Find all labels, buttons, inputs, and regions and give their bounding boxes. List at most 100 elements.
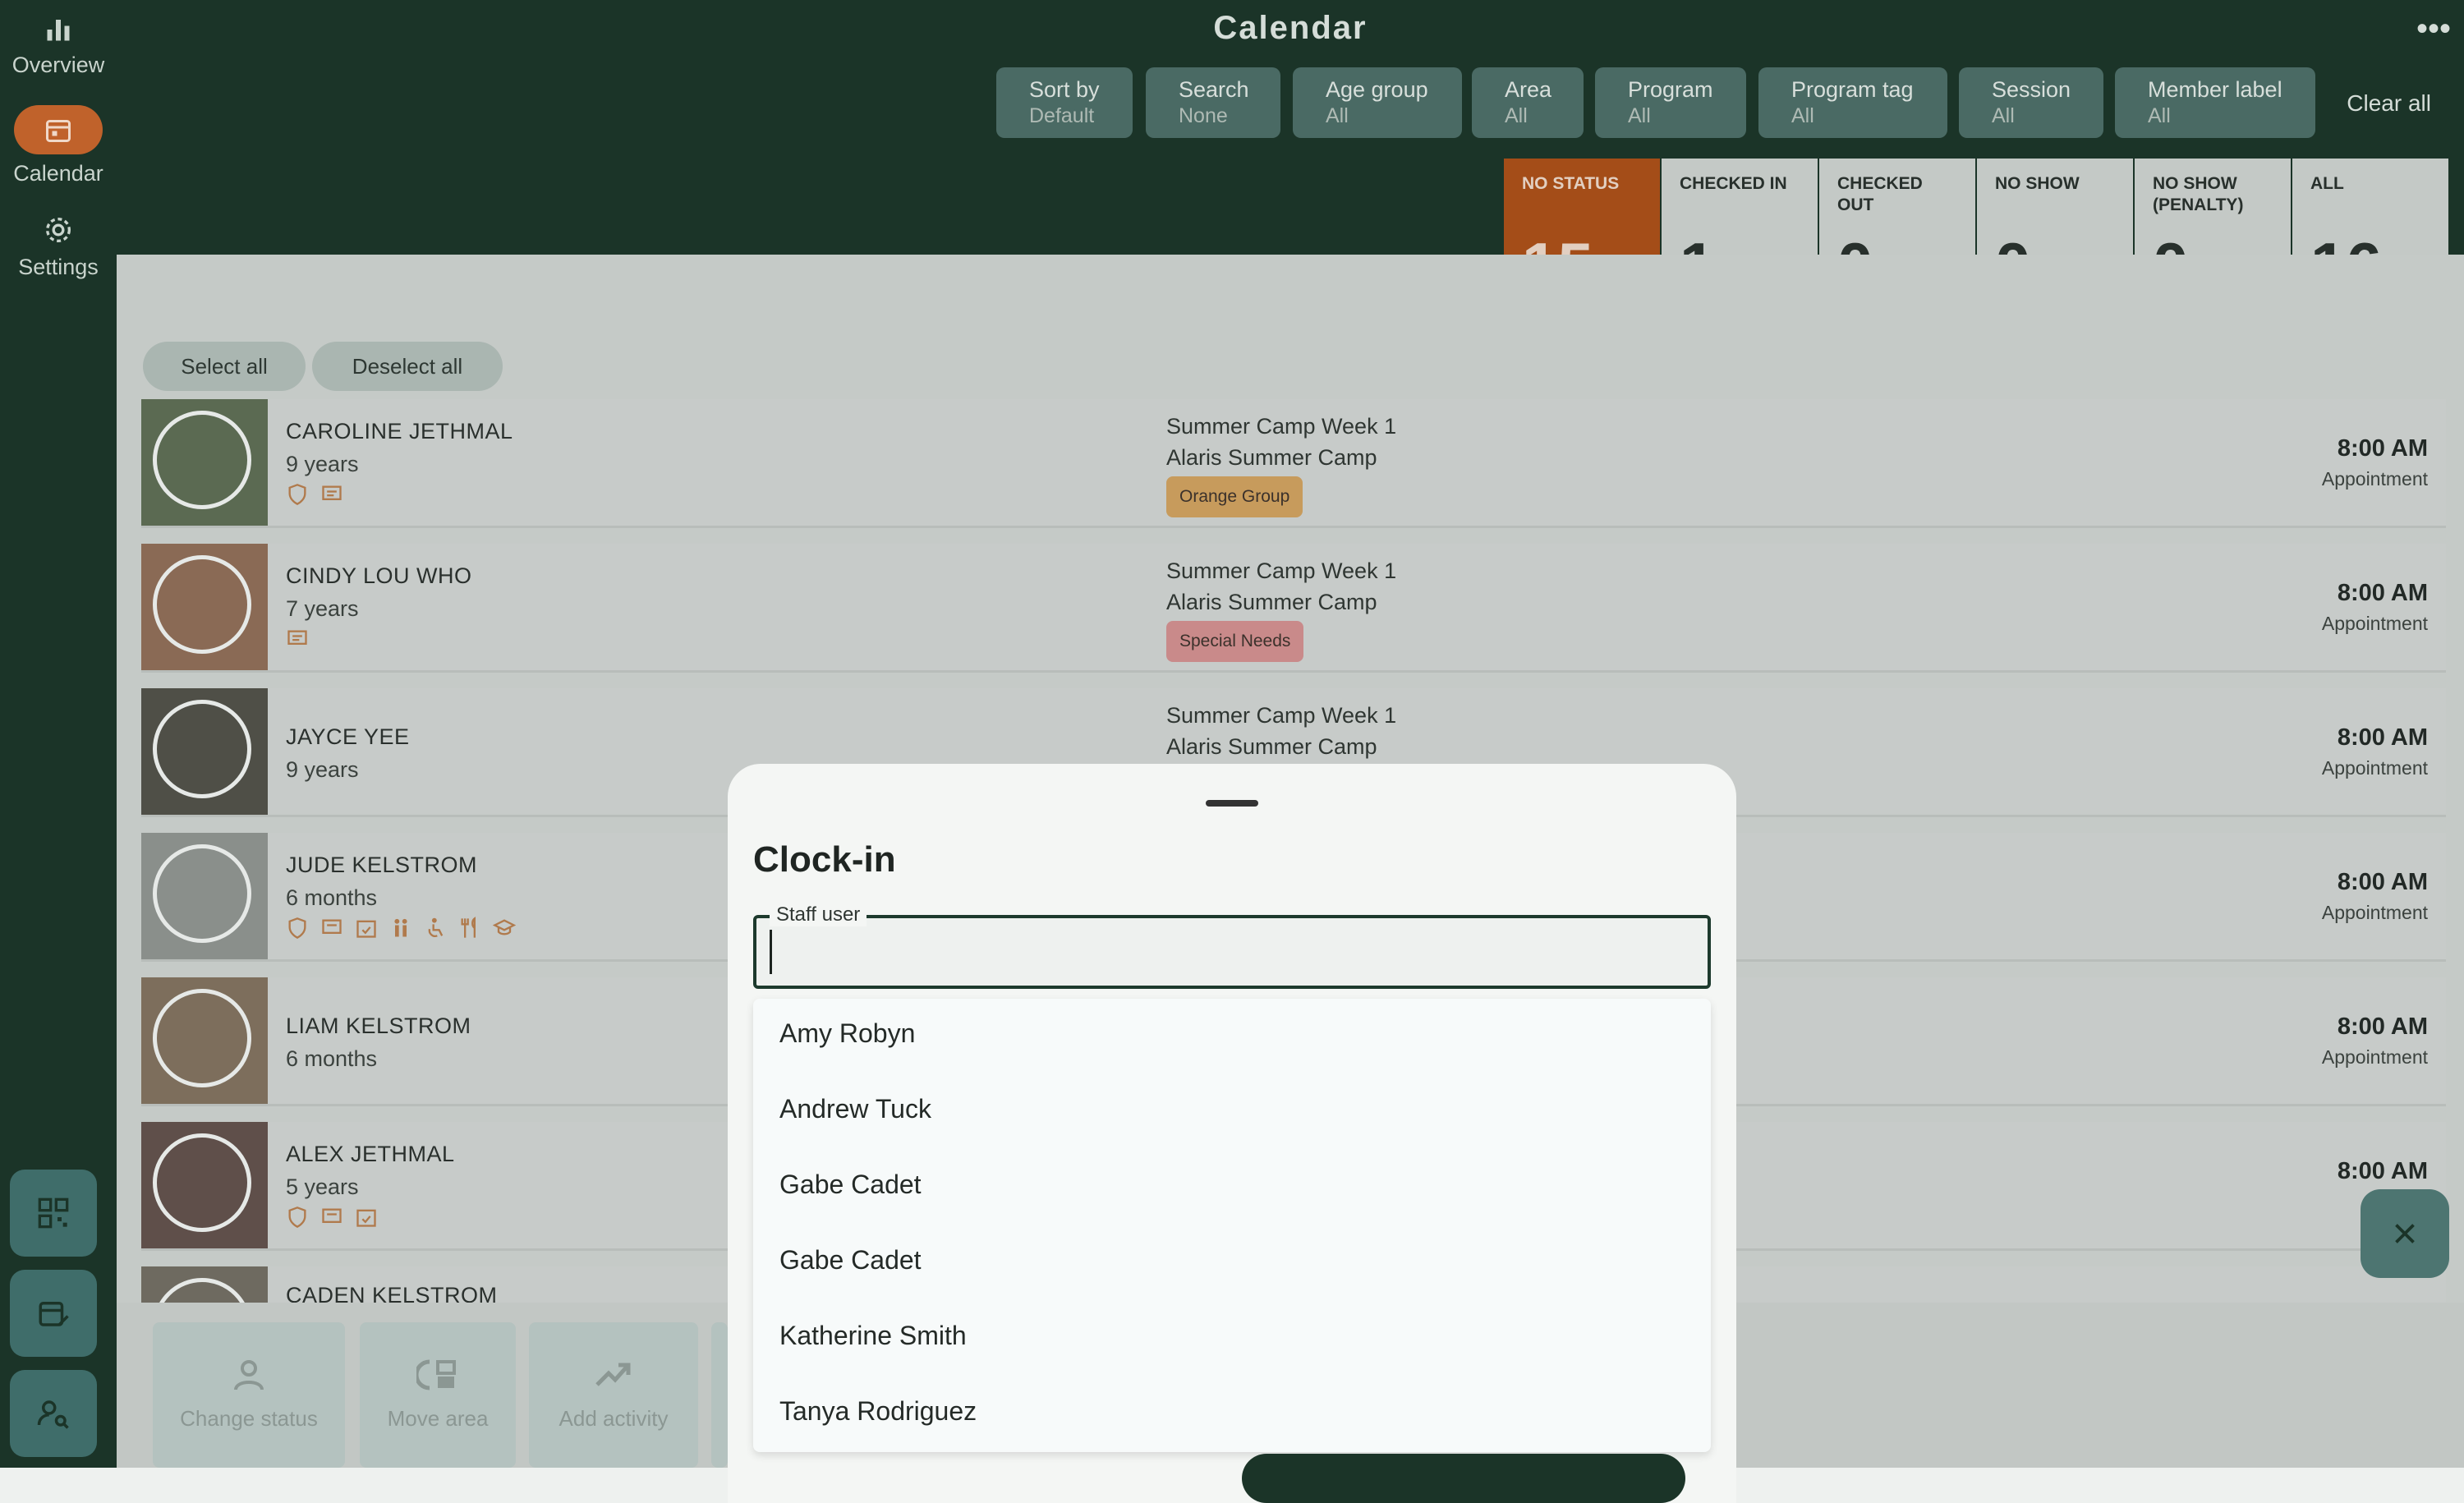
appointment-time: 8:00 AM — [2337, 580, 2428, 606]
dropdown-option[interactable]: Amy Robyn — [779, 1018, 915, 1049]
stat-label: ALL — [2310, 174, 2344, 193]
appointment-type: Appointment — [2321, 1046, 2428, 1068]
member-name: CAROLINE JETHMAL — [286, 419, 513, 444]
appointment-type: Appointment — [2321, 757, 2428, 779]
filter-session[interactable]: Session All — [1959, 67, 2103, 138]
filter-value: All — [1992, 104, 2015, 127]
appointment-time: 8:00 AM — [2337, 1013, 2428, 1040]
action-label: Change status — [180, 1406, 318, 1431]
deselect-all-button[interactable]: Deselect all — [312, 342, 503, 391]
dropdown-option[interactable]: Andrew Tuck — [779, 1094, 931, 1124]
filter-value: None — [1179, 104, 1228, 127]
shield-icon — [286, 483, 309, 506]
avatar — [141, 977, 268, 1104]
appointment-type: Appointment — [2321, 468, 2428, 490]
stat-label: NO SHOW — [1995, 174, 2080, 193]
filter-value: All — [2148, 104, 2171, 127]
filter-program-tag[interactable]: Program tag All — [1758, 67, 1947, 138]
stat-label: NO STATUS — [1522, 174, 1620, 193]
member-tag: Special Needs — [1166, 621, 1304, 662]
more-action-button[interactable] — [711, 1322, 728, 1468]
staff-user-field[interactable]: Staff user — [753, 903, 1711, 989]
filter-sort-by[interactable]: Sort by Default — [996, 67, 1133, 138]
select-all-button[interactable]: Select all — [143, 342, 306, 391]
calendar-check-icon — [355, 917, 378, 940]
page-title: Calendar — [1213, 10, 1368, 46]
appointment-time: 8:00 AM — [2337, 869, 2428, 895]
filter-value: All — [1505, 104, 1528, 127]
avatar — [141, 833, 268, 959]
member-row[interactable]: CINDY LOU WHO 7 years Summer Camp Week 1… — [141, 544, 2446, 673]
member-tag: Orange Group — [1166, 476, 1303, 517]
dropdown-option[interactable]: Gabe Cadet — [779, 1170, 922, 1200]
appointment-type: Appointment — [2321, 902, 2428, 923]
member-age: 7 years — [286, 596, 359, 621]
user-search-button[interactable] — [10, 1370, 97, 1457]
calendar-edit-button[interactable] — [10, 1270, 97, 1357]
member-name: CINDY LOU WHO — [286, 563, 472, 588]
camp-name: Alaris Summer Camp — [1166, 734, 1377, 759]
program-name: Summer Camp Week 1 — [1166, 414, 1397, 439]
note-icon — [320, 917, 343, 940]
change-status-button[interactable]: Change status — [153, 1322, 345, 1468]
staff-dropdown: Amy Robyn Andrew Tuck Gabe Cadet Gabe Ca… — [753, 999, 1711, 1452]
active-pill — [14, 105, 103, 154]
filter-age-group[interactable]: Age group All — [1293, 67, 1462, 138]
action-label: Add activity — [559, 1406, 669, 1431]
dropdown-option[interactable]: Tanya Rodriguez — [779, 1396, 977, 1427]
add-activity-button[interactable]: Add activity — [529, 1322, 698, 1468]
fork-knife-icon — [458, 917, 481, 940]
close-icon — [2395, 1224, 2415, 1243]
close-fab-button[interactable] — [2361, 1189, 2449, 1278]
clear-all-button[interactable]: Clear all — [2347, 90, 2431, 117]
program-name: Summer Camp Week 1 — [1166, 558, 1397, 583]
action-label: Move area — [387, 1406, 489, 1431]
shield-icon — [286, 917, 309, 940]
member-age: 6 months — [286, 1046, 378, 1071]
graduation-cap-icon — [492, 917, 517, 940]
appointment-time: 8:00 AM — [2337, 724, 2428, 751]
filter-label: Age group — [1326, 77, 1428, 102]
drag-handle[interactable] — [1206, 800, 1258, 807]
move-area-button[interactable]: Move area — [360, 1322, 516, 1468]
sidebar-item-overview[interactable]: Overview — [0, 15, 117, 78]
sidebar-item-calendar[interactable]: Calendar — [0, 105, 117, 186]
filter-search[interactable]: Search None — [1146, 67, 1280, 138]
sidebar-item-settings[interactable]: Settings — [0, 214, 117, 280]
accessibility-icon — [424, 917, 447, 940]
member-age: 5 years — [286, 1174, 359, 1199]
stat-label: NO SHOW (PENALTY) — [2153, 174, 2244, 214]
modal-title: Clock-in — [753, 839, 896, 880]
member-age: 9 years — [286, 757, 359, 782]
trend-up-icon — [595, 1363, 631, 1386]
member-name: JUDE KELSTROM — [286, 853, 478, 877]
avatar — [141, 544, 268, 670]
filter-area[interactable]: Area All — [1472, 67, 1584, 138]
qr-scan-button[interactable] — [10, 1170, 97, 1257]
avatar — [141, 399, 268, 526]
filter-label: Program tag — [1791, 77, 1914, 102]
sidebar-item-label: Overview — [11, 53, 105, 77]
member-name: CADEN KELSTROM — [286, 1283, 498, 1305]
bar-chart-icon — [47, 20, 70, 41]
stat-label: CHECKED OUT — [1837, 174, 1923, 214]
member-name: JAYCE YEE — [286, 724, 410, 749]
calendar-edit-icon — [39, 1302, 69, 1326]
member-row[interactable]: CAROLINE JETHMAL 9 years Summer Camp Wee… — [141, 399, 2446, 528]
member-icons — [286, 627, 309, 650]
more-options-icon[interactable]: ••• — [2416, 12, 2451, 45]
filter-value: Default — [1029, 104, 1095, 127]
member-name: ALEX JETHMAL — [286, 1142, 455, 1166]
clock-in-submit-button[interactable] — [1242, 1454, 1685, 1503]
filter-member-label[interactable]: Member label All — [2115, 67, 2315, 138]
dropdown-option[interactable]: Katherine Smith — [779, 1321, 967, 1351]
member-icons — [286, 1206, 378, 1229]
sidebar-item-label: Calendar — [13, 161, 103, 186]
filter-program[interactable]: Program All — [1595, 67, 1746, 138]
member-icons — [286, 917, 517, 940]
member-age: 6 months — [286, 885, 378, 910]
member-icons — [286, 483, 343, 506]
shield-icon — [286, 1206, 309, 1229]
dropdown-option[interactable]: Gabe Cadet — [779, 1245, 922, 1275]
staff-user-input[interactable] — [770, 930, 1699, 974]
